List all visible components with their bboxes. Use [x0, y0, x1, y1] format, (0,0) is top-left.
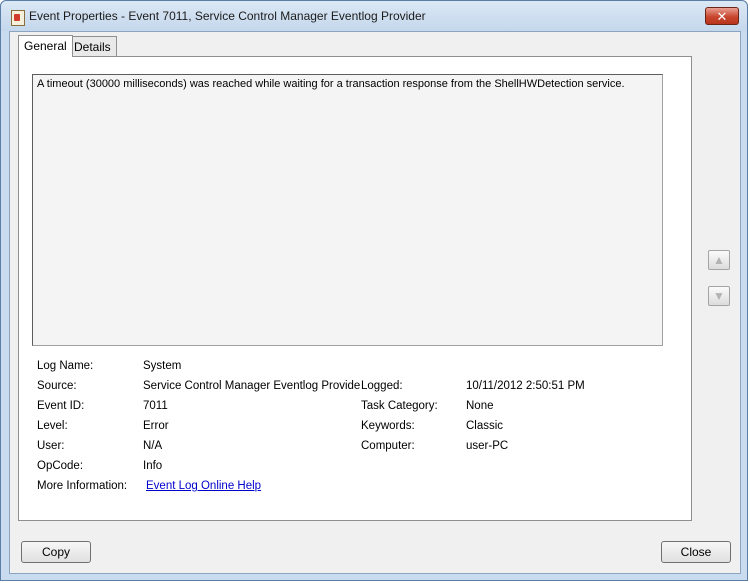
copy-button[interactable]: Copy	[21, 541, 91, 563]
logged-value[interactable]: 10/11/2012 2:50:51 PM	[466, 380, 585, 392]
previous-event-button[interactable]: ▲	[708, 250, 730, 270]
event-description[interactable]: A timeout (30000 milliseconds) was reach…	[32, 74, 663, 346]
close-button[interactable]: Close	[661, 541, 731, 563]
event-id-label: Event ID:	[37, 400, 85, 412]
event-viewer-icon	[11, 10, 25, 26]
general-tab-panel: A timeout (30000 milliseconds) was reach…	[18, 56, 692, 521]
event-id-value[interactable]: 7011	[143, 400, 168, 412]
arrow-down-icon: ▼	[713, 289, 725, 303]
computer-label: Computer:	[361, 440, 415, 452]
event-properties-window: Event Properties - Event 7011, Service C…	[0, 0, 748, 581]
title-bar[interactable]: Event Properties - Event 7011, Service C…	[1, 1, 747, 31]
dialog-client-area: General Details A timeout (30000 millise…	[9, 31, 741, 574]
more-information-label: More Information:	[37, 480, 128, 492]
event-log-online-help-link[interactable]: Event Log Online Help	[146, 480, 261, 492]
user-value[interactable]: N/A	[143, 440, 162, 452]
task-category-label: Task Category:	[361, 400, 438, 412]
opcode-label: OpCode:	[37, 460, 84, 472]
source-label: Source:	[37, 380, 77, 392]
arrow-up-icon: ▲	[713, 253, 725, 267]
computer-value[interactable]: user-PC	[466, 440, 508, 452]
user-label: User:	[37, 440, 65, 452]
opcode-value[interactable]: Info	[143, 460, 162, 472]
keywords-label: Keywords:	[361, 420, 415, 432]
next-event-button[interactable]: ▼	[708, 286, 730, 306]
tab-general[interactable]: General	[18, 35, 73, 57]
level-label: Level:	[37, 420, 68, 432]
logged-label: Logged:	[361, 380, 403, 392]
tab-details[interactable]: Details	[68, 36, 117, 56]
log-name-label: Log Name:	[37, 360, 94, 372]
window-close-button[interactable]: ✕	[705, 7, 739, 25]
log-name-value[interactable]: System	[143, 360, 181, 372]
window-title: Event Properties - Event 7011, Service C…	[29, 9, 426, 23]
task-category-value[interactable]: None	[466, 400, 494, 412]
keywords-value[interactable]: Classic	[466, 420, 503, 432]
source-value[interactable]: Service Control Manager Eventlog Provide	[143, 380, 360, 392]
level-value[interactable]: Error	[143, 420, 169, 432]
